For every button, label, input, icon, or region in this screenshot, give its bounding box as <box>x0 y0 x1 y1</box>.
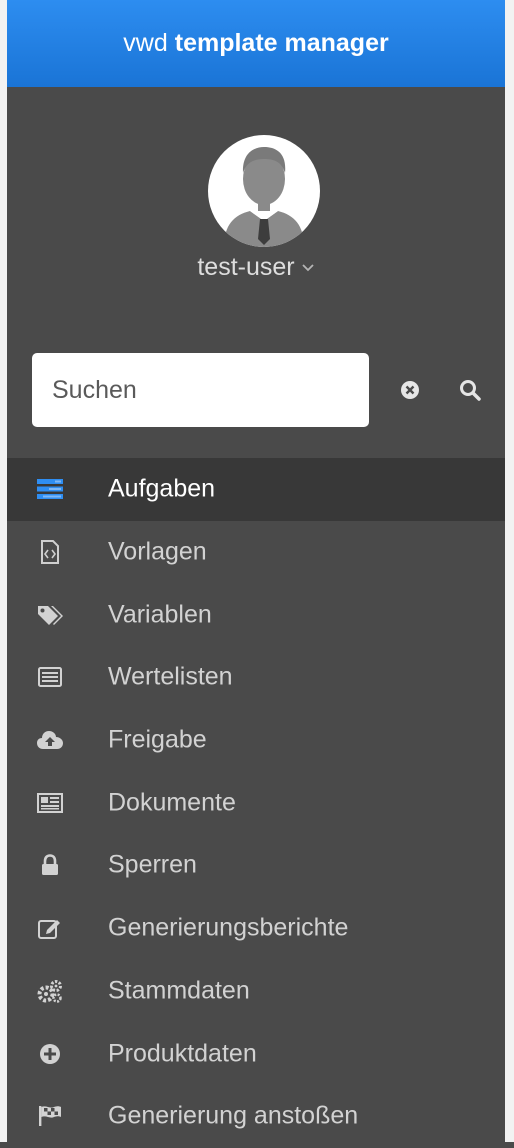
chevron-down-icon <box>301 264 314 272</box>
file-code-icon <box>37 539 63 565</box>
app-header[interactable]: vwd template manager <box>7 0 505 87</box>
nav-label: Generierung anstoßen <box>108 1101 359 1130</box>
nav-label: Sperren <box>108 850 197 879</box>
user-silhouette-icon <box>224 147 304 247</box>
tags-icon <box>37 602 63 628</box>
tasks-icon <box>37 476 63 502</box>
flag-checkered-icon <box>37 1103 63 1129</box>
nav-label: Vorlagen <box>108 537 207 566</box>
nav-item-generierungsberichte[interactable]: Generierungsberichte <box>7 897 505 960</box>
nav-item-produktdaten[interactable]: Produktdaten <box>7 1022 505 1085</box>
search-bar <box>7 353 505 429</box>
nav-item-stammdaten[interactable]: Stammdaten <box>7 960 505 1023</box>
left-edge <box>0 0 7 1142</box>
nav-item-variablen[interactable]: Variablen <box>7 583 505 646</box>
nav-item-aufgaben[interactable]: Aufgaben <box>7 458 505 521</box>
search-icon[interactable] <box>458 378 482 402</box>
cogs-icon <box>37 978 63 1004</box>
right-edge <box>505 0 514 1142</box>
nav-item-dokumente[interactable]: Dokumente <box>7 771 505 834</box>
username: test-user <box>197 253 295 281</box>
cloud-upload-icon <box>37 727 63 753</box>
nav-item-sperren[interactable]: Sperren <box>7 834 505 897</box>
edit-icon <box>37 915 63 941</box>
nav-label: Variablen <box>108 600 212 629</box>
app: vwd template manager test-user Suchen Au… <box>0 0 514 1142</box>
nav-label: Dokumente <box>108 788 236 817</box>
newspaper-icon <box>37 790 63 816</box>
plus-circle-icon <box>37 1041 63 1067</box>
user-profile: test-user <box>7 87 505 327</box>
nav-item-wertelisten[interactable]: Wertelisten <box>7 646 505 709</box>
brand-prefix: vwd <box>123 29 168 57</box>
nav-label: Aufgaben <box>108 474 216 503</box>
nav-item-generierung-anstossen[interactable]: Generierung anstoßen <box>7 1085 505 1148</box>
list-alt-icon <box>37 664 63 690</box>
user-menu-toggle[interactable]: test-user <box>7 253 505 282</box>
nav-item-vorlagen[interactable]: Vorlagen <box>7 521 505 584</box>
nav-label: Stammdaten <box>108 976 250 1005</box>
nav-label: Generierungsberichte <box>108 913 349 942</box>
clear-search-icon[interactable] <box>399 379 421 401</box>
brand-name: template manager <box>174 29 389 57</box>
nav-label: Freigabe <box>108 725 207 754</box>
sidebar-nav: Aufgaben Vorlagen Variablen Wertelisten … <box>7 458 505 1148</box>
lock-icon <box>37 852 63 878</box>
nav-label: Produktdaten <box>108 1039 257 1068</box>
nav-item-freigabe[interactable]: Freigabe <box>7 709 505 772</box>
search-input[interactable] <box>32 353 369 427</box>
nav-label: Wertelisten <box>108 662 233 691</box>
avatar[interactable] <box>208 135 320 247</box>
